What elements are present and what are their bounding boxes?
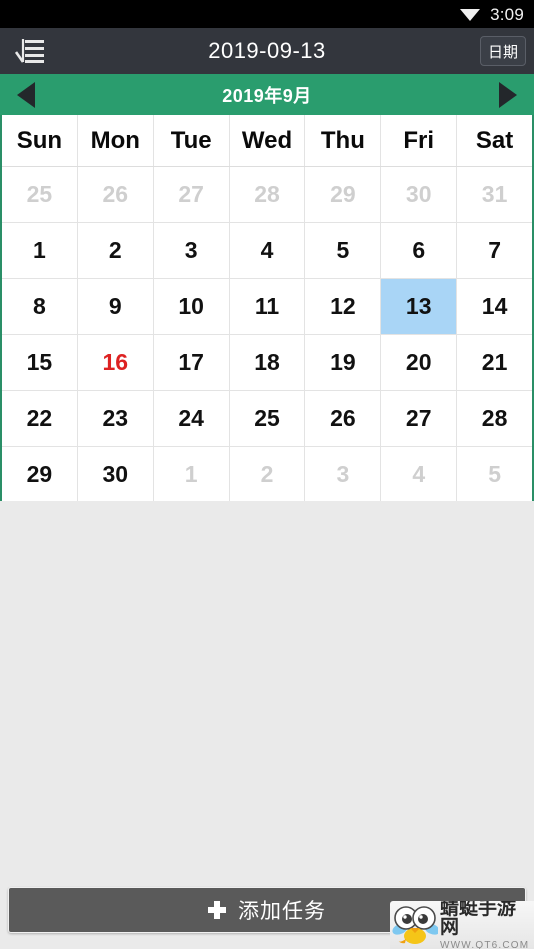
calendar-day-cell[interactable]: 28 (230, 167, 306, 222)
calendar-day-cell[interactable]: 30 (381, 167, 458, 222)
calendar-day-cell[interactable]: 31 (457, 167, 532, 222)
calendar-day-cell[interactable]: 29 (2, 447, 78, 502)
calendar-day-cell[interactable]: 16 (78, 335, 154, 390)
calendar-day-cell[interactable]: 22 (2, 391, 78, 446)
plus-icon (208, 901, 226, 919)
calendar-day-cell[interactable]: 1 (2, 223, 78, 278)
weekday-header-sat: Sat (475, 126, 514, 154)
list-menu-icon (15, 39, 44, 63)
calendar-day-cell[interactable]: 25 (2, 167, 78, 222)
calendar-day-cell[interactable]: 28 (457, 391, 532, 446)
triangle-left-icon (17, 81, 35, 108)
weekday-header-thu: Thu (305, 115, 382, 166)
calendar-day-cell[interactable]: 15 (2, 335, 78, 390)
calendar-day-cell[interactable]: 27 (381, 391, 458, 446)
calendar-day-cell[interactable]: 5 (305, 223, 382, 278)
watermark-site-url: WWW.QT6.COM (440, 940, 530, 949)
dragonfly-mascot-icon (392, 906, 438, 944)
next-month-button[interactable] (482, 74, 534, 115)
calendar-week-row: 15 16 17 18 19 20 21 (2, 335, 532, 391)
calendar-day-cell[interactable]: 20 (381, 335, 458, 390)
calendar-day-cell[interactable]: 17 (154, 335, 230, 390)
date-button[interactable]: 日期 (479, 36, 526, 66)
calendar-day-cell[interactable]: 7 (457, 223, 532, 278)
calendar-day-cell[interactable]: 1 (154, 447, 230, 502)
calendar-week-row: 22 23 24 25 26 27 28 (2, 391, 532, 447)
calendar-day-cell[interactable]: 13 (381, 279, 458, 334)
calendar-day-cell[interactable]: 10 (154, 279, 230, 334)
weekday-header-wed: Wed (230, 115, 306, 166)
add-task-label: 添加任务 (238, 900, 326, 923)
calendar-day-cell[interactable]: 9 (78, 279, 154, 334)
weekday-header-tue: Tue (154, 115, 230, 166)
bottom-bar: 添加任务 蜻蜓手游网 WWW.QT6.COM (0, 871, 534, 949)
calendar-day-cell[interactable]: 30 (78, 447, 154, 502)
calendar-day-cell[interactable]: 18 (230, 335, 306, 390)
weekday-header-sun: Sun (2, 115, 78, 166)
status-bar-time: 3:09 (490, 4, 524, 24)
wifi-icon (459, 6, 490, 22)
calendar-weekday-header-row: Sun Mon Tue Wed Thu Fri Sat (2, 115, 532, 167)
calendar-day-cell[interactable]: 3 (154, 223, 230, 278)
calendar-day-cell[interactable]: 19 (305, 335, 382, 390)
watermark-text: 蜻蜓手游网 WWW.QT6.COM (438, 901, 534, 949)
calendar-day-cell[interactable]: 26 (78, 167, 154, 222)
watermark-site-name: 蜻蜓手游网 (440, 901, 517, 938)
calendar-day-cell[interactable]: 5 (457, 447, 532, 502)
calendar-day-cell[interactable]: 24 (154, 391, 230, 446)
calendar-week-row: 29 30 1 2 3 4 5 (2, 447, 532, 502)
calendar-day-cell[interactable]: 6 (381, 223, 458, 278)
calendar-week-row: 1234567 (2, 223, 532, 279)
calendar-day-cell[interactable]: 23 (78, 391, 154, 446)
calendar-day-cell[interactable]: 25 (230, 391, 306, 446)
calendar-day-cell[interactable]: 8 (2, 279, 78, 334)
calendar-day-cell[interactable]: 27 (154, 167, 230, 222)
calendar-day-cell[interactable]: 12 (305, 279, 382, 334)
calendar-day-cell[interactable]: 4 (381, 447, 458, 502)
calendar-day-cell[interactable]: 29 (305, 167, 382, 222)
calendar-day-cell[interactable]: 14 (457, 279, 532, 334)
calendar-day-cell[interactable]: 11 (230, 279, 306, 334)
page-title: 2019-09-13 (208, 38, 326, 63)
month-navigation-bar: 2019年9月 (0, 74, 534, 115)
calendar-day-cell[interactable]: 3 (305, 447, 382, 502)
calendar-week-row: 25 26 27 28 29 30 31 (2, 167, 532, 223)
month-label: 2019年9月 (222, 85, 312, 106)
menu-button[interactable] (6, 28, 54, 74)
weekday-header-mon: Mon (78, 115, 154, 166)
calendar-day-cell[interactable]: 2 (230, 447, 306, 502)
calendar-day-cell[interactable]: 26 (305, 391, 382, 446)
weekday-header-fri: Fri (381, 115, 458, 166)
task-list-area (0, 501, 534, 871)
calendar-week-row: 8 9 10 11 12 13 14 (2, 279, 532, 335)
calendar-day-cell[interactable]: 21 (457, 335, 532, 390)
calendar-grid: Sun Mon Tue Wed Thu Fri Sat 25 26 27 28 29 30 31 1 2 3 4… (0, 115, 534, 504)
app-bar: 2019-09-13 日期 (0, 28, 534, 74)
status-bar: 3:09 (0, 0, 534, 28)
calendar-day-cell[interactable]: 4 (230, 223, 306, 278)
calendar-day-cell[interactable]: 2 (78, 223, 154, 278)
triangle-right-icon (499, 81, 517, 108)
watermark: 蜻蜓手游网 WWW.QT6.COM (390, 901, 534, 949)
prev-month-button[interactable] (0, 74, 52, 115)
